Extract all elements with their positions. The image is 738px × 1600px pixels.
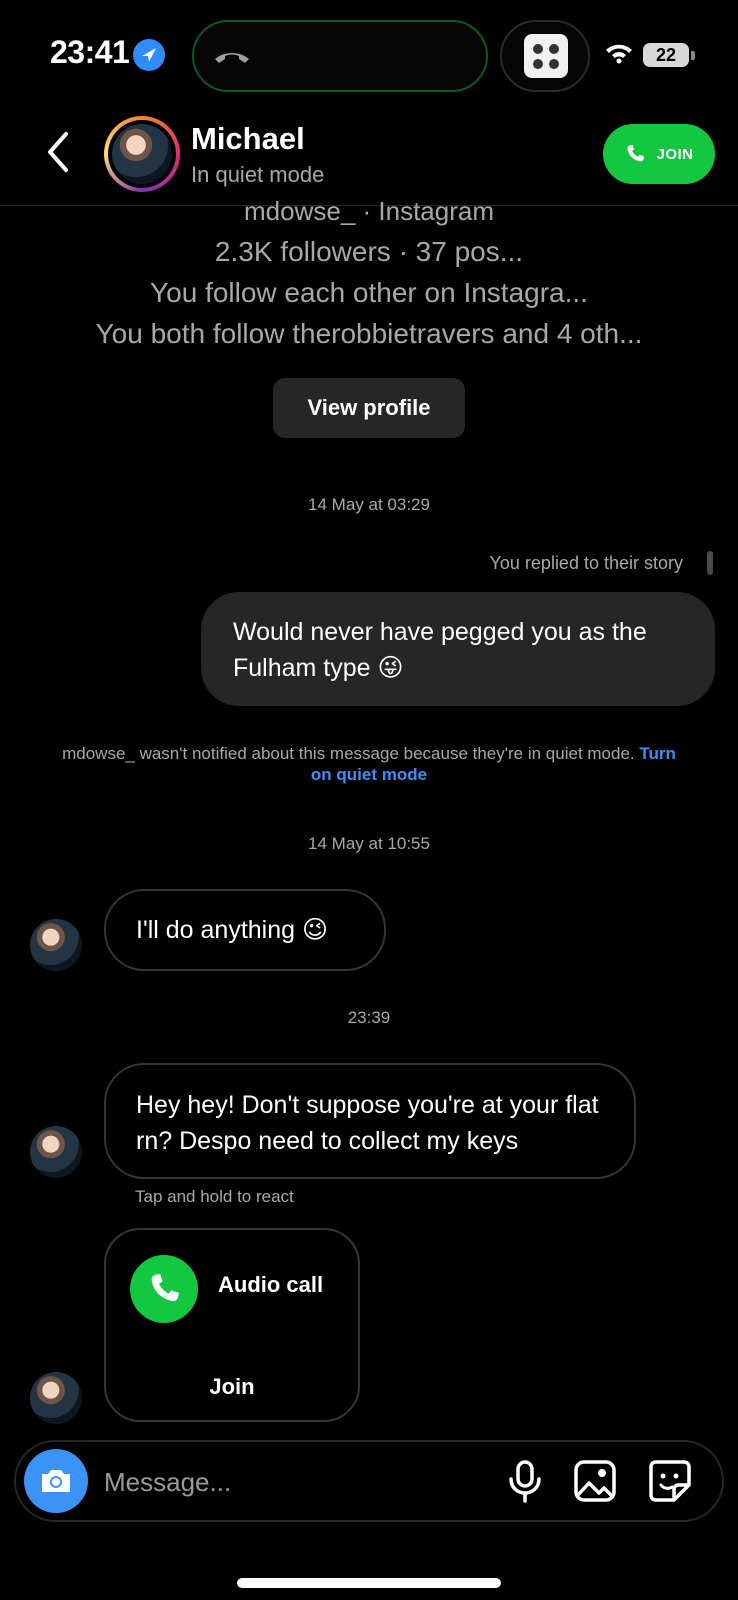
phone-icon — [627, 144, 645, 162]
gallery-icon[interactable] — [573, 1459, 617, 1508]
contact-name[interactable]: Michael — [191, 121, 305, 157]
contact-status: In quiet mode — [191, 162, 325, 187]
camera-button[interactable] — [24, 1449, 88, 1513]
back-chevron-icon[interactable] — [44, 130, 72, 179]
sender-avatar[interactable] — [30, 1126, 82, 1178]
hang-up-phone-icon — [215, 53, 249, 63]
contact-avatar[interactable] — [112, 124, 172, 184]
received-message-bubble[interactable]: I'll do anything 😉 — [104, 889, 386, 971]
profile-handle: mdowse_ · Instagram — [244, 196, 494, 226]
profile-common-follows: You both follow therobbietravers and 4 o… — [95, 318, 643, 349]
battery-tip — [691, 51, 695, 60]
app-activity-icon — [524, 34, 568, 78]
home-indicator[interactable] — [237, 1578, 501, 1588]
audio-call-label: Audio call — [218, 1272, 324, 1297]
active-call-indicator[interactable] — [192, 20, 488, 92]
call-join-button[interactable]: Join — [104, 1374, 360, 1400]
microphone-icon[interactable] — [505, 1459, 545, 1510]
react-hint: Tap and hold to react — [135, 1187, 294, 1206]
received-message-bubble[interactable]: Hey hey! Don't suppose you're at your fl… — [104, 1063, 636, 1179]
quiet-mode-text: mdowse_ wasn't notified about this messa… — [62, 744, 635, 763]
story-reply-note: You replied to their story — [489, 553, 683, 573]
quiet-mode-note: mdowse_ wasn't notified about this messa… — [60, 743, 678, 785]
timestamp: 14 May at 10:55 — [308, 834, 430, 853]
phone-icon — [130, 1255, 198, 1323]
timestamp: 14 May at 03:29 — [308, 495, 430, 514]
view-profile-button[interactable]: View profile — [273, 378, 465, 438]
timestamp: 23:39 — [347, 1008, 391, 1027]
wifi-icon — [604, 42, 634, 69]
profile-stats: 2.3K followers · 37 pos... — [214, 236, 524, 267]
battery-level: 22 — [643, 43, 689, 67]
story-reply-line — [707, 551, 713, 575]
camera-icon — [42, 1470, 70, 1492]
join-label: JOIN — [656, 145, 694, 163]
sticker-icon[interactable] — [648, 1459, 692, 1508]
location-arrow-icon — [133, 39, 165, 71]
sender-avatar[interactable] — [30, 1372, 82, 1424]
message-input[interactable] — [104, 1462, 484, 1502]
profile-mutual-follow: You follow each other on Instagra... — [150, 277, 588, 308]
status-time: 23:41 — [50, 34, 130, 70]
sent-message-bubble[interactable]: Would never have pegged you as the Fulha… — [201, 592, 715, 706]
sender-avatar[interactable] — [30, 919, 82, 971]
join-call-button[interactable]: JOIN — [603, 124, 715, 184]
